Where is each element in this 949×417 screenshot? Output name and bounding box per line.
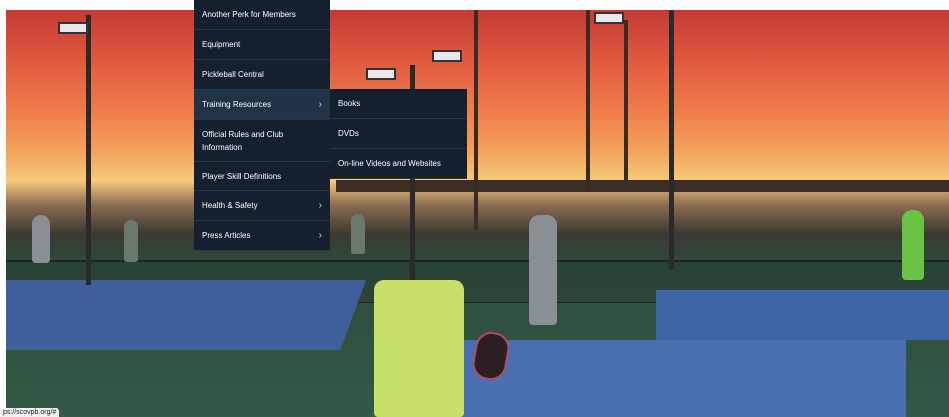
court-light: [594, 12, 624, 24]
menu-item-label: Player Skill Definitions: [202, 171, 282, 181]
menu-item-equipment[interactable]: Equipment: [194, 30, 330, 60]
menu-item-label: Pickleball Central: [202, 70, 264, 79]
menu-item-label: Health & Safety: [202, 201, 258, 210]
menu-item-label: Training Resources: [202, 100, 272, 109]
court-left: [6, 280, 366, 350]
light-pole: [86, 15, 91, 285]
submenu-item-dvds[interactable]: DVDs: [330, 119, 467, 149]
court-light: [58, 22, 88, 34]
menu-item-health-safety[interactable]: Health & Safety ›: [194, 191, 330, 221]
dropdown-menu: Another Perk for Members Equipment Pickl…: [194, 0, 330, 251]
chevron-right-icon: ›: [318, 230, 322, 241]
court-right: [656, 290, 949, 340]
player: [32, 215, 50, 263]
menu-item-another-perk[interactable]: Another Perk for Members: [194, 0, 330, 30]
palm-tree: [586, 10, 590, 190]
menu-item-press-articles[interactable]: Press Articles ›: [194, 221, 330, 251]
chevron-right-icon: ›: [318, 99, 322, 110]
palm-tree: [474, 10, 478, 230]
court-light: [432, 50, 462, 62]
menu-item-label: Equipment: [202, 40, 241, 49]
menu-item-label: Official Rules and Club Information: [202, 129, 284, 152]
light-pole: [669, 10, 674, 270]
menu-item-pickleball-central[interactable]: Pickleball Central: [194, 60, 330, 90]
submenu-item-label: Books: [338, 99, 361, 108]
player: [351, 214, 365, 254]
menu-item-player-skill[interactable]: Player Skill Definitions: [194, 162, 330, 191]
court-canopy: [336, 180, 949, 192]
chevron-right-icon: ›: [318, 200, 322, 211]
submenu-item-label: On-line Videos and Websites: [338, 159, 441, 168]
player: [124, 220, 138, 262]
submenu-item-online-videos[interactable]: On-line Videos and Websites: [330, 149, 467, 179]
hero-photo: [6, 10, 949, 417]
submenu-item-books[interactable]: Books: [330, 89, 467, 119]
player-foreground: [374, 280, 464, 417]
menu-item-label: Another Perk for Members: [202, 10, 296, 19]
menu-item-official-rules[interactable]: Official Rules and Club Information: [194, 120, 330, 162]
menu-item-training-resources[interactable]: Training Resources ›: [194, 90, 330, 120]
submenu-item-label: DVDs: [338, 129, 359, 138]
palm-tree: [624, 20, 628, 180]
player: [529, 215, 557, 325]
player: [902, 210, 924, 280]
status-bar-url: ps://scovpb.org/#: [0, 408, 60, 417]
court-light: [366, 68, 396, 80]
menu-item-label: Press Articles: [202, 231, 251, 240]
training-resources-submenu: Books DVDs On-line Videos and Websites: [330, 89, 467, 179]
